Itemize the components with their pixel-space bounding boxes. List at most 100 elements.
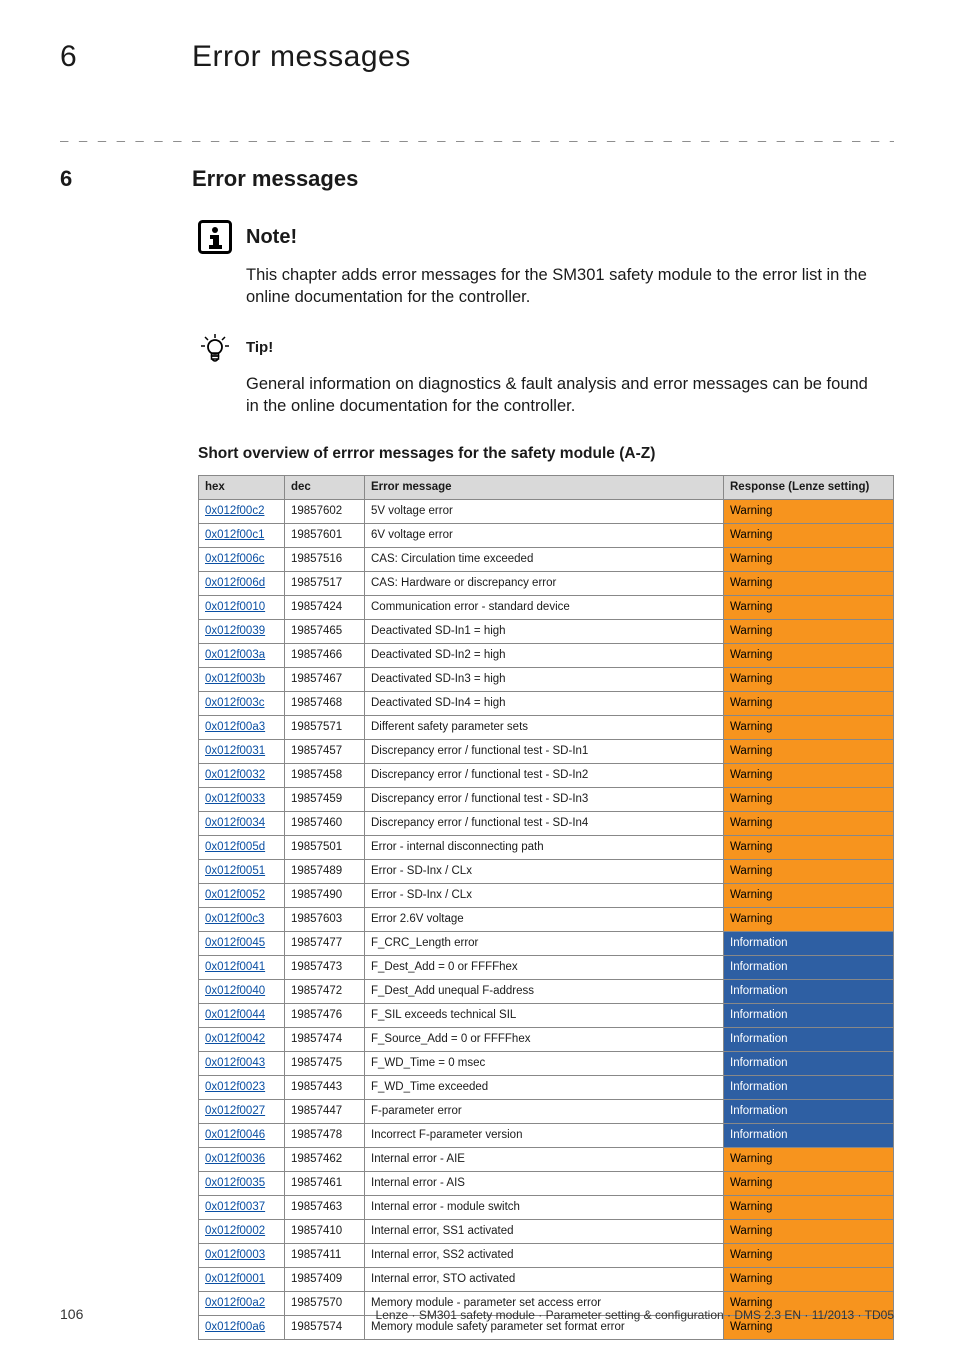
table-row: 0x012f000319857411Internal error, SS2 ac…: [199, 1244, 894, 1268]
cell-hex: 0x012f00a3: [199, 716, 285, 740]
cell-response: Information: [724, 1004, 894, 1028]
cell-response: Warning: [724, 788, 894, 812]
cell-message: F_WD_Time exceeded: [365, 1076, 724, 1100]
cell-message: Discrepancy error / functional test - SD…: [365, 788, 724, 812]
note-title: Note!: [246, 226, 297, 249]
cell-message: Different safety parameter sets: [365, 716, 724, 740]
cell-hex: 0x012f0044: [199, 1004, 285, 1028]
tip-body: General information on diagnostics & fau…: [246, 373, 874, 418]
cell-hex: 0x012f0027: [199, 1100, 285, 1124]
hex-link[interactable]: 0x012f0023: [205, 1081, 265, 1093]
cell-hex: 0x012f0031: [199, 740, 285, 764]
cell-response: Information: [724, 1028, 894, 1052]
running-header-number: 6: [60, 40, 150, 74]
cell-message: Deactivated SD-In3 = high: [365, 668, 724, 692]
hex-link[interactable]: 0x012f0036: [205, 1153, 265, 1165]
col-msg: Error message: [365, 476, 724, 500]
hex-link[interactable]: 0x012f0033: [205, 793, 265, 805]
footer-text: Lenze · SM301 safety module · Parameter …: [376, 1308, 894, 1322]
cell-message: F_Dest_Add = 0 or FFFFhex: [365, 956, 724, 980]
hex-link[interactable]: 0x012f0051: [205, 865, 265, 877]
cell-response: Warning: [724, 812, 894, 836]
cell-message: Internal error, SS2 activated: [365, 1244, 724, 1268]
table-row: 0x012f00a319857571Different safety param…: [199, 716, 894, 740]
hex-link[interactable]: 0x012f0045: [205, 937, 265, 949]
cell-response: Warning: [724, 836, 894, 860]
table-row: 0x012f004419857476F_SIL exceeds technica…: [199, 1004, 894, 1028]
hex-link[interactable]: 0x012f0044: [205, 1009, 265, 1021]
hex-link[interactable]: 0x012f00a3: [205, 721, 265, 733]
hex-link[interactable]: 0x012f0041: [205, 961, 265, 973]
hex-link[interactable]: 0x012f0039: [205, 625, 265, 637]
cell-response: Warning: [724, 596, 894, 620]
hex-link[interactable]: 0x012f0035: [205, 1177, 265, 1189]
table-row: 0x012f006c19857516CAS: Circulation time …: [199, 548, 894, 572]
cell-dec: 19857472: [285, 980, 365, 1004]
hex-link[interactable]: 0x012f0052: [205, 889, 265, 901]
hex-link[interactable]: 0x012f00c3: [205, 913, 264, 925]
cell-response: Information: [724, 956, 894, 980]
table-row: 0x012f006d19857517CAS: Hardware or discr…: [199, 572, 894, 596]
cell-hex: 0x012f0003: [199, 1244, 285, 1268]
running-header-title: Error messages: [192, 40, 411, 74]
hex-link[interactable]: 0x012f0031: [205, 745, 265, 757]
hex-link[interactable]: 0x012f0027: [205, 1105, 265, 1117]
hex-link[interactable]: 0x012f0010: [205, 601, 265, 613]
cell-hex: 0x012f0037: [199, 1196, 285, 1220]
hex-link[interactable]: 0x012f0037: [205, 1201, 265, 1213]
hex-link[interactable]: 0x012f0034: [205, 817, 265, 829]
tip-icon: [198, 333, 232, 363]
hex-link[interactable]: 0x012f0040: [205, 985, 265, 997]
hex-link[interactable]: 0x012f003b: [205, 673, 265, 685]
cell-dec: 19857473: [285, 956, 365, 980]
cell-response: Warning: [724, 1148, 894, 1172]
table-row: 0x012f005219857490Error - SD-Inx / CLxWa…: [199, 884, 894, 908]
cell-dec: 19857476: [285, 1004, 365, 1028]
cell-message: Internal error - AIS: [365, 1172, 724, 1196]
cell-message: F_Dest_Add unequal F-address: [365, 980, 724, 1004]
cell-message: Error - SD-Inx / CLx: [365, 860, 724, 884]
hex-link[interactable]: 0x012f00c2: [205, 505, 264, 517]
cell-hex: 0x012f003c: [199, 692, 285, 716]
hex-link[interactable]: 0x012f0042: [205, 1033, 265, 1045]
cell-hex: 0x012f0035: [199, 1172, 285, 1196]
cell-response: Warning: [724, 524, 894, 548]
hex-link[interactable]: 0x012f0046: [205, 1129, 265, 1141]
cell-message: F_CRC_Length error: [365, 932, 724, 956]
cell-response: Warning: [724, 716, 894, 740]
section-number: 6: [60, 166, 150, 192]
hex-link[interactable]: 0x012f005d: [205, 841, 265, 853]
table-row: 0x012f00c1198576016V voltage errorWarnin…: [199, 524, 894, 548]
cell-response: Information: [724, 1052, 894, 1076]
cell-response: Warning: [724, 1220, 894, 1244]
hex-link[interactable]: 0x012f00a6: [205, 1321, 265, 1333]
hex-link[interactable]: 0x012f0043: [205, 1057, 265, 1069]
hex-link[interactable]: 0x012f0003: [205, 1249, 265, 1261]
cell-dec: 19857468: [285, 692, 365, 716]
cell-response: Warning: [724, 740, 894, 764]
cell-hex: 0x012f006c: [199, 548, 285, 572]
note-callout: Note! This chapter adds error messages f…: [198, 220, 874, 309]
hex-link[interactable]: 0x012f006c: [205, 553, 264, 565]
hex-link[interactable]: 0x012f003a: [205, 649, 265, 661]
cell-hex: 0x012f0051: [199, 860, 285, 884]
hex-link[interactable]: 0x012f006d: [205, 577, 265, 589]
hex-link[interactable]: 0x012f003c: [205, 697, 264, 709]
hex-link[interactable]: 0x012f00c1: [205, 529, 264, 541]
hex-link[interactable]: 0x012f0001: [205, 1273, 265, 1285]
table-row: 0x012f000219857410Internal error, SS1 ac…: [199, 1220, 894, 1244]
hex-link[interactable]: 0x012f0032: [205, 769, 265, 781]
cell-response: Warning: [724, 1172, 894, 1196]
cell-dec: 19857443: [285, 1076, 365, 1100]
error-table: hex dec Error message Response (Lenze se…: [198, 475, 894, 1340]
cell-dec: 19857447: [285, 1100, 365, 1124]
cell-message: CAS: Circulation time exceeded: [365, 548, 724, 572]
cell-hex: 0x012f0043: [199, 1052, 285, 1076]
table-row: 0x012f005d19857501Error - internal disco…: [199, 836, 894, 860]
cell-hex: 0x012f0001: [199, 1268, 285, 1292]
cell-response: Warning: [724, 1268, 894, 1292]
cell-message: Internal error - module switch: [365, 1196, 724, 1220]
table-row: 0x012f003a19857466Deactivated SD-In2 = h…: [199, 644, 894, 668]
cell-response: Warning: [724, 860, 894, 884]
hex-link[interactable]: 0x012f0002: [205, 1225, 265, 1237]
